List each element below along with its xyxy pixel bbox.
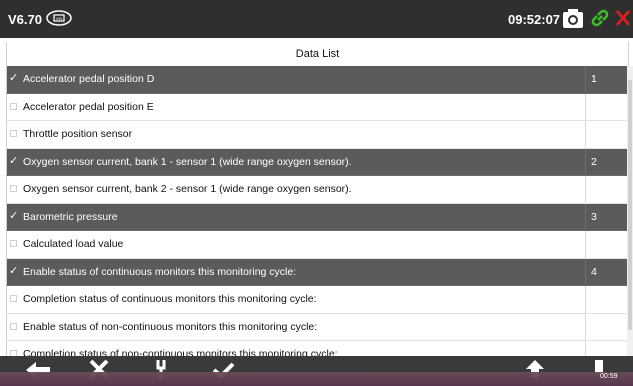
- checkbox[interactable]: [10, 322, 17, 330]
- list-item-label: Enable status of non-continuous monitors…: [23, 320, 318, 333]
- selection-order-number: 4: [591, 265, 597, 278]
- list-item-label: Completion status of continuous monitors…: [23, 293, 317, 305]
- list-item[interactable]: ✓ Oxygen sensor current, bank 1 - sensor …: [6, 148, 627, 176]
- checkmark-icon: ✓: [9, 209, 19, 222]
- selection-order-number: 3: [591, 210, 597, 223]
- close-icon[interactable]: [612, 6, 633, 30]
- version-label: V6.70: [8, 12, 42, 27]
- column-divider: [585, 176, 586, 203]
- scrollbar-thumb[interactable]: [628, 80, 632, 330]
- data-list-header: Data List: [6, 42, 629, 66]
- checkmark-icon: ✓: [9, 154, 19, 167]
- list-item[interactable]: ✓ Accelerator pedal position D 1: [6, 66, 627, 94]
- checkbox[interactable]: [10, 130, 17, 137]
- link-icon[interactable]: [589, 7, 611, 29]
- list-item[interactable]: Calculated load value: [6, 231, 627, 259]
- column-divider: [585, 93, 586, 120]
- checkbox[interactable]: [10, 240, 17, 247]
- list-item-label: Accelerator pedal position E: [23, 100, 154, 113]
- list-item-label: Oxygen sensor current, bank 1 - sensor 1…: [23, 155, 352, 168]
- list-item-label: Enable status of continuous monitors thi…: [23, 265, 297, 278]
- checkmark-icon: ✓: [9, 264, 19, 277]
- selection-order-number: 1: [591, 73, 597, 85]
- column-divider: [585, 286, 586, 313]
- list-item-label: Barometric pressure: [23, 210, 118, 223]
- column-divider: [585, 148, 586, 175]
- list-item[interactable]: Enable status of non-continuous monitors…: [6, 313, 627, 341]
- checkbox[interactable]: [10, 185, 17, 192]
- list-item[interactable]: ✓ Barometric pressure 3: [6, 203, 627, 231]
- list-item-label: Oxygen sensor current, bank 2 - sensor 1…: [23, 183, 352, 195]
- list-item[interactable]: Oxygen sensor current, bank 2 - sensor 1…: [6, 176, 627, 204]
- list-item-label: Accelerator pedal position D: [23, 73, 155, 85]
- os-taskbar: [0, 372, 633, 386]
- vci-connector-icon[interactable]: VIN: [44, 8, 74, 28]
- column-divider: [585, 231, 586, 258]
- data-list-title: Data List: [295, 48, 340, 60]
- taskbar-clock: 00:59: [600, 373, 618, 380]
- list-item[interactable]: Throttle position sensor: [6, 121, 627, 149]
- column-divider: [585, 258, 586, 285]
- svg-text:VIN: VIN: [56, 16, 63, 21]
- list-item-label: Throttle position sensor: [23, 128, 133, 140]
- list-item-label: Calculated load value: [23, 238, 124, 250]
- data-list: ✓ Accelerator pedal position D 1 Accelerato…: [6, 66, 627, 369]
- column-divider: [585, 66, 586, 93]
- checkbox[interactable]: [10, 295, 17, 302]
- column-divider: [585, 203, 586, 230]
- camera-icon[interactable]: [561, 7, 585, 31]
- checkmark-icon: ✓: [9, 72, 19, 84]
- list-item[interactable]: Accelerator pedal position E: [6, 93, 627, 121]
- selection-order-number: 2: [591, 155, 597, 168]
- list-item[interactable]: Completion status of continuous monitors…: [6, 286, 627, 314]
- column-divider: [585, 121, 586, 148]
- column-divider: [585, 313, 586, 340]
- clock: 09:52:07: [508, 12, 561, 27]
- list-item[interactable]: ✓ Enable status of continuous monitors th…: [6, 258, 627, 286]
- checkbox[interactable]: [10, 102, 17, 110]
- top-bar: V6.70 VIN 09:52:07: [0, 0, 633, 38]
